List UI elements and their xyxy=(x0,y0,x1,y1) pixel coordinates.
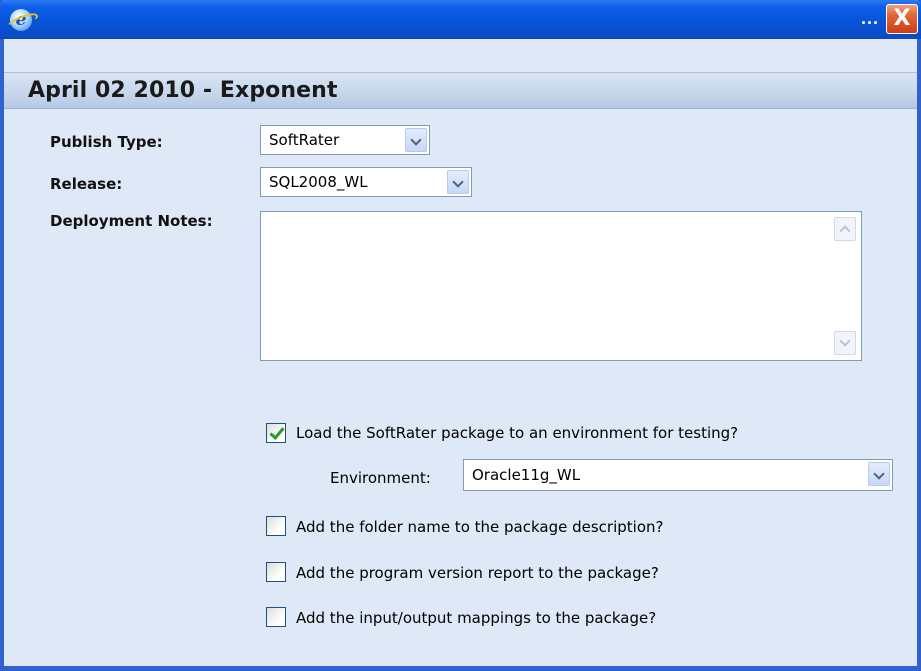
close-button[interactable]: X xyxy=(886,4,918,34)
dialog-window: e ... X April 02 2010 - Exponent Publish… xyxy=(0,0,921,671)
environment-select[interactable]: Oracle11g_WL xyxy=(463,459,893,491)
deployment-notes-textarea[interactable] xyxy=(260,211,862,361)
chevron-down-icon[interactable] xyxy=(405,128,427,152)
release-value: SQL2008_WL xyxy=(269,173,368,191)
publish-type-label: Publish Type: xyxy=(50,133,163,151)
chevron-down-icon[interactable] xyxy=(868,462,890,486)
more-indicator: ... xyxy=(860,8,879,28)
release-select[interactable]: SQL2008_WL xyxy=(260,167,472,197)
release-label: Release: xyxy=(50,175,123,193)
notes-scrollbar[interactable] xyxy=(830,213,860,359)
publish-type-select[interactable]: SoftRater xyxy=(260,125,430,155)
title-bar: e ... X xyxy=(0,0,921,39)
load-package-checkbox[interactable] xyxy=(266,423,286,443)
scroll-up-icon[interactable] xyxy=(834,217,856,241)
page-header: April 02 2010 - Exponent xyxy=(4,72,917,109)
add-program-version-checkbox[interactable] xyxy=(266,562,286,582)
add-folder-name-label: Add the folder name to the package descr… xyxy=(296,518,664,536)
scroll-down-icon[interactable] xyxy=(834,331,856,355)
ie-icon: e xyxy=(10,9,32,31)
page-title: April 02 2010 - Exponent xyxy=(28,78,338,103)
load-package-label: Load the SoftRater package to an environ… xyxy=(296,424,739,442)
chevron-down-icon[interactable] xyxy=(447,170,469,194)
environment-label: Environment: xyxy=(330,469,431,487)
add-io-mappings-label: Add the input/output mappings to the pac… xyxy=(296,609,657,627)
add-io-mappings-checkbox[interactable] xyxy=(266,607,286,627)
deployment-notes-label: Deployment Notes: xyxy=(50,212,213,230)
environment-value: Oracle11g_WL xyxy=(472,466,581,484)
add-folder-name-checkbox[interactable] xyxy=(266,516,286,536)
publish-type-value: SoftRater xyxy=(269,131,340,149)
add-program-version-label: Add the program version report to the pa… xyxy=(296,564,659,582)
